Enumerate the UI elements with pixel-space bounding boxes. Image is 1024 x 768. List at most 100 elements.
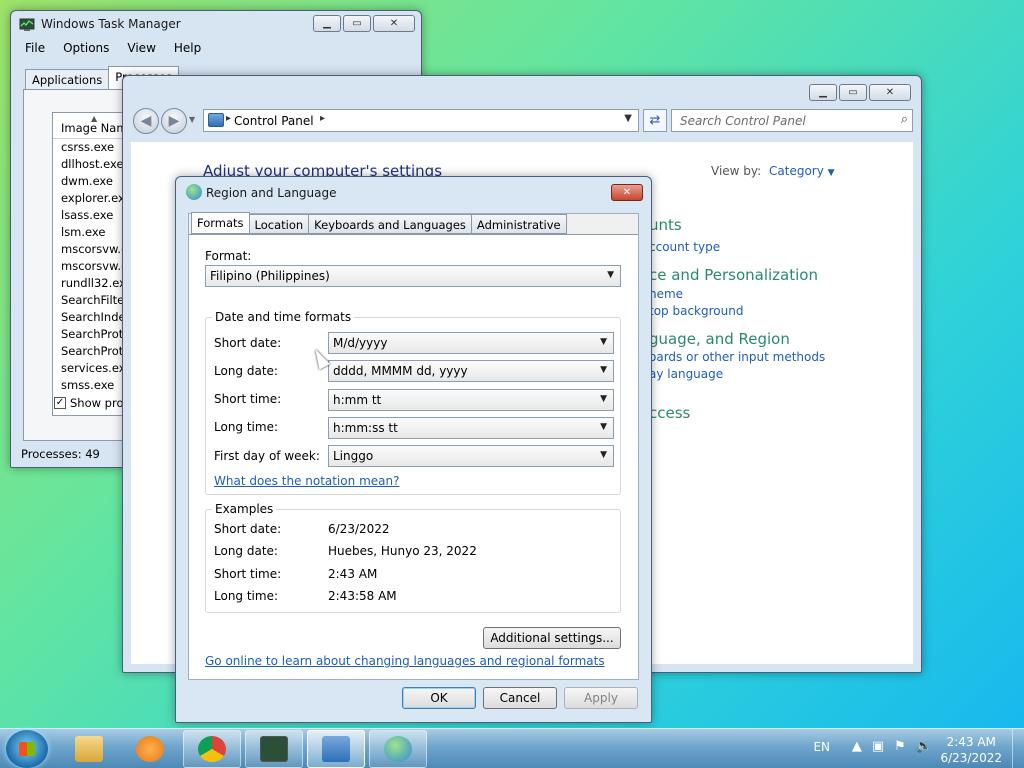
taskbar: EN ▲ ▣ ⚑ 🔈 2:43 AM 6/23/2022: [0, 728, 1024, 768]
chrome-icon: [198, 736, 226, 762]
link-change-keyboards[interactable]: oards or other input methods: [649, 350, 825, 364]
language-indicator[interactable]: EN: [813, 740, 830, 754]
menu-view[interactable]: View: [127, 41, 155, 55]
taskbar-region-language[interactable]: [369, 730, 427, 768]
task-manager-titlebar[interactable]: Windows Task Manager ▁ ▭ ✕: [11, 11, 421, 39]
long-date-label: Long date:: [214, 364, 278, 378]
search-icon[interactable]: ⌕: [901, 112, 908, 127]
clock[interactable]: 2:43 AM 6/23/2022: [940, 734, 1002, 766]
task-manager-icon: [260, 736, 288, 762]
address-dropdown-icon[interactable]: ▼: [624, 113, 632, 124]
additional-settings-button[interactable]: Additional settings...: [483, 627, 621, 649]
show-all-processes-checkbox[interactable]: ✓ Show processes from all users: [54, 396, 130, 410]
category-clock-language-region[interactable]: guage, and Region: [649, 330, 790, 348]
show-desktop-button[interactable]: [1012, 729, 1024, 768]
format-select[interactable]: Filipino (Philippines) ▼: [205, 265, 621, 287]
minimize-button[interactable]: ▁: [809, 84, 837, 101]
view-by-dropdown[interactable]: Category ▼: [769, 164, 835, 178]
long-date-select[interactable]: dddd, MMMM dd, yyyy ▼: [328, 360, 614, 382]
minimize-button[interactable]: ▁: [313, 15, 341, 32]
link-desktop-background[interactable]: top background: [649, 304, 743, 318]
action-center-flag-icon[interactable]: ⚑: [894, 739, 906, 754]
taskbar-task-manager[interactable]: [245, 730, 303, 768]
status-processes-count: Processes: 49: [21, 447, 100, 461]
search-input[interactable]: Search Control Panel ⌕: [671, 109, 913, 132]
maximize-button[interactable]: ▭: [839, 84, 867, 101]
example-long-time-label: Long time:: [214, 589, 279, 603]
first-day-of-week-select[interactable]: Linggo ▼: [328, 445, 614, 467]
control-panel-icon: [208, 113, 224, 127]
short-time-label: Short time:: [214, 392, 282, 406]
breadcrumb-arrow-icon[interactable]: ▸: [226, 113, 231, 124]
navigation-bar: ◀ ▶ ▼ ▸ Control Panel ▸ ▼ ⇄ Search Contr…: [131, 106, 913, 136]
taskbar-control-panel[interactable]: [307, 730, 365, 768]
short-time-select[interactable]: h:mm tt ▼: [328, 389, 614, 411]
volume-icon[interactable]: 🔈: [916, 739, 932, 754]
example-long-date-label: Long date:: [214, 544, 278, 558]
first-day-of-week-label: First day of week:: [214, 449, 320, 463]
recent-pages-icon[interactable]: ▼: [189, 115, 195, 124]
control-panel-titlebar[interactable]: ▁ ▭ ✕: [123, 76, 921, 104]
menu-bar: File Options View Help: [25, 41, 201, 55]
category-appearance[interactable]: ce and Personalization: [649, 266, 818, 284]
menu-options[interactable]: Options: [63, 41, 109, 55]
close-button[interactable]: ✕: [869, 84, 911, 101]
chevron-down-icon: ▼: [600, 450, 607, 460]
dialog-body: Formats Location Keyboards and Languages…: [188, 212, 639, 680]
date-time-formats-group: Date and time formats Short date: M/d/yy…: [205, 310, 621, 495]
taskbar-explorer[interactable]: [60, 730, 118, 768]
sort-ascending-icon: ▲: [91, 114, 98, 123]
chevron-down-icon: ▼: [827, 168, 835, 178]
view-by-label: View by:: [711, 164, 762, 178]
close-button[interactable]: ✕: [611, 184, 643, 201]
refresh-button[interactable]: ⇄: [643, 109, 667, 132]
back-button[interactable]: ◀: [133, 108, 159, 134]
chevron-down-icon: ▼: [600, 337, 607, 347]
notation-help-link[interactable]: What does the notation mean?: [214, 474, 399, 488]
taskbar-media-player[interactable]: [121, 730, 179, 768]
network-icon[interactable]: ▣: [872, 739, 884, 754]
online-languages-link[interactable]: Go online to learn about changing langua…: [205, 654, 605, 668]
address-bar[interactable]: ▸ Control Panel ▸ ▼: [203, 109, 639, 132]
tab-location[interactable]: Location: [248, 214, 310, 234]
link-change-theme[interactable]: heme: [649, 287, 683, 301]
chevron-down-icon: ▼: [607, 270, 614, 280]
cancel-button[interactable]: Cancel: [483, 687, 557, 709]
breadcrumb-control-panel[interactable]: Control Panel: [234, 114, 314, 128]
category-ease-of-access[interactable]: ccess: [649, 404, 690, 422]
globe-icon: [186, 184, 202, 200]
region-language-dialog: Region and Language ✕ Formats Location K…: [175, 176, 652, 723]
link-display-language[interactable]: ay language: [649, 367, 723, 381]
tab-administrative[interactable]: Administrative: [470, 214, 567, 234]
start-button[interactable]: [6, 730, 48, 768]
maximize-button[interactable]: ▭: [343, 15, 371, 32]
globe-icon: [384, 736, 412, 762]
format-label: Format:: [205, 249, 252, 263]
short-date-label: Short date:: [214, 336, 282, 350]
short-date-select[interactable]: M/d/yyyy ▼: [328, 332, 614, 354]
long-time-select[interactable]: h:mm:ss tt ▼: [328, 417, 614, 439]
taskbar-chrome[interactable]: [183, 730, 241, 768]
category-user-accounts[interactable]: unts: [649, 216, 682, 234]
example-long-time-value: 2:43:58 AM: [328, 589, 397, 603]
link-change-account-type[interactable]: ccount type: [649, 240, 720, 254]
menu-help[interactable]: Help: [174, 41, 201, 55]
tab-formats[interactable]: Formats: [191, 212, 250, 234]
breadcrumb-arrow-icon[interactable]: ▸: [320, 113, 325, 124]
ok-button[interactable]: OK: [402, 687, 476, 709]
windows-logo-icon: [19, 742, 35, 756]
examples-group: Examples Short date: 6/23/2022 Long date…: [205, 502, 621, 613]
folder-icon: [75, 736, 103, 762]
forward-button[interactable]: ▶: [161, 108, 187, 134]
show-hidden-icons-icon[interactable]: ▲: [852, 739, 862, 754]
tab-keyboards-languages[interactable]: Keyboards and Languages: [308, 214, 472, 234]
clock-time: 2:43 AM: [946, 735, 996, 749]
region-dialog-titlebar[interactable]: Region and Language ✕: [176, 177, 651, 207]
apply-button[interactable]: Apply: [564, 687, 638, 709]
example-short-date-label: Short date:: [214, 522, 282, 536]
close-button[interactable]: ✕: [373, 15, 415, 32]
example-short-time-value: 2:43 AM: [328, 567, 378, 581]
example-short-time-label: Short time:: [214, 567, 282, 581]
formats-tab-page: Format: Filipino (Philippines) ▼ Date an…: [189, 234, 638, 679]
menu-file[interactable]: File: [25, 41, 45, 55]
